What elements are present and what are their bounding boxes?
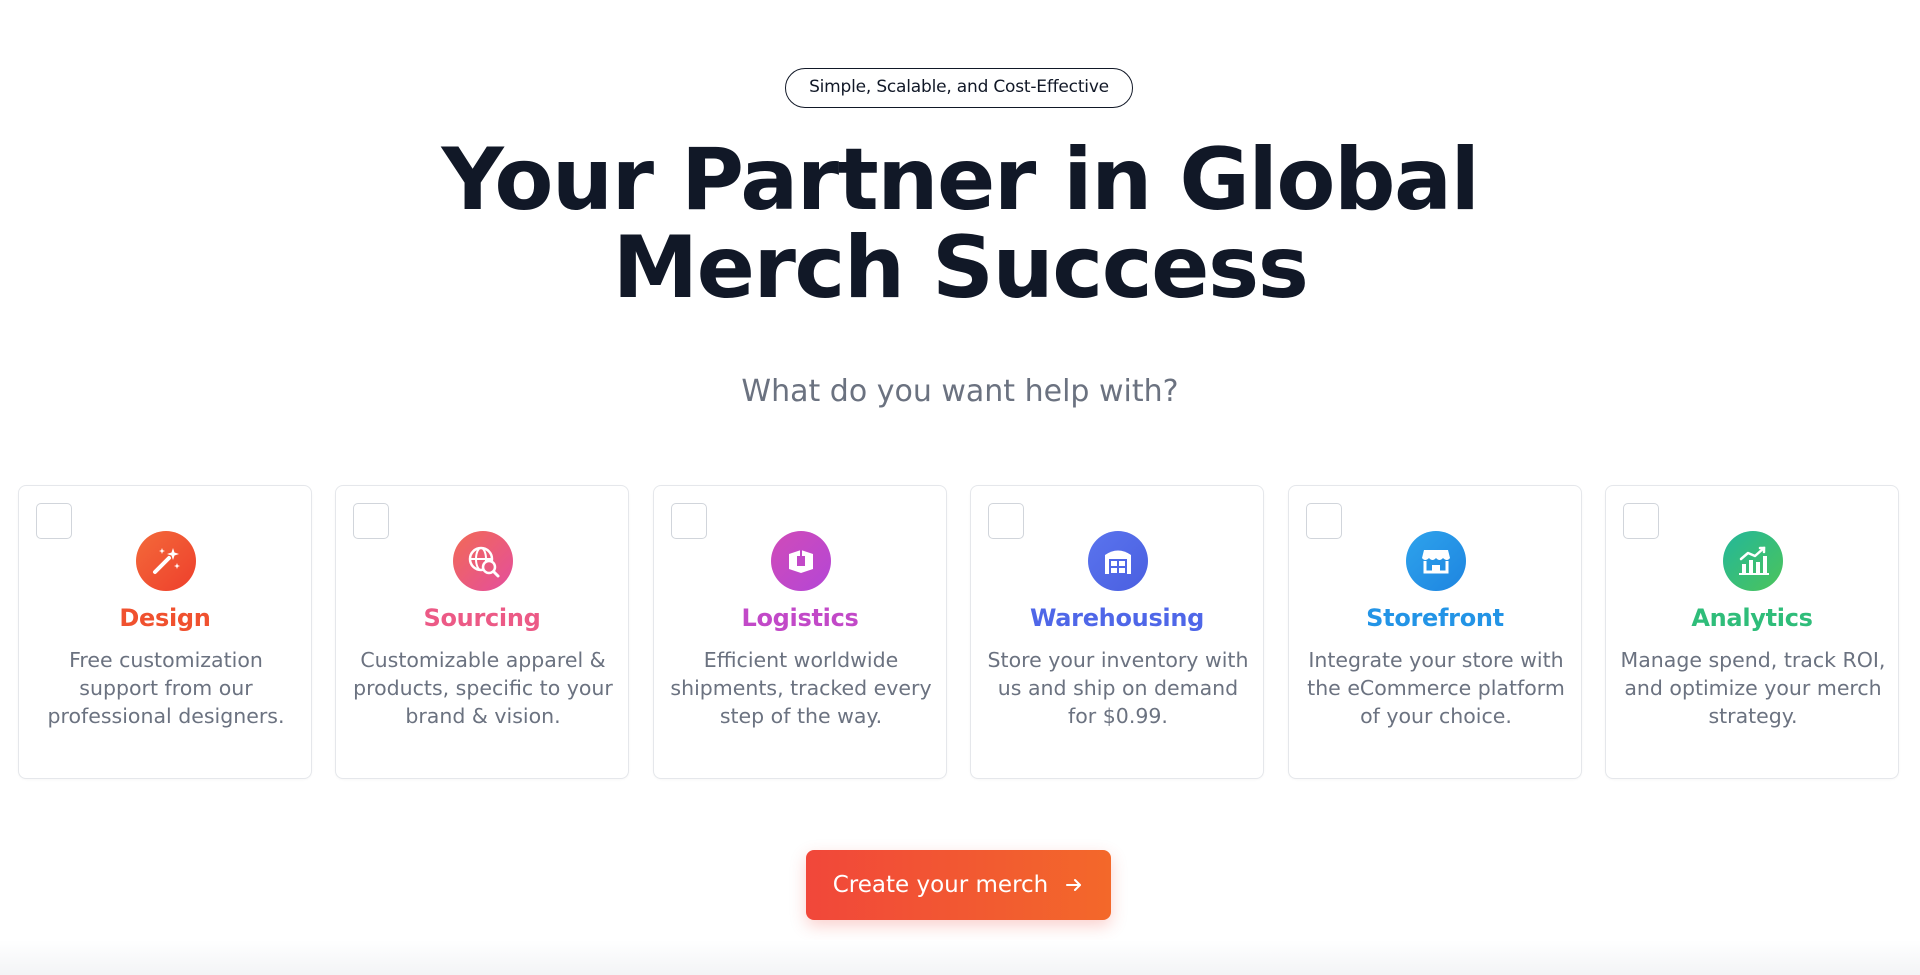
service-card-warehousing[interactable]: Warehousing Store your inventory with us… (970, 485, 1264, 779)
arrow-right-icon (1064, 875, 1084, 895)
bottom-section-edge (0, 940, 1920, 975)
headline-line-1: Your Partner in Global (441, 130, 1480, 230)
create-merch-label: Create your merch (832, 872, 1049, 898)
analytics-checkbox[interactable] (1623, 503, 1659, 539)
design-title: Design (119, 604, 211, 632)
design-checkbox[interactable] (36, 503, 72, 539)
analytics-chart-icon (1723, 531, 1783, 591)
service-card-analytics[interactable]: Analytics Manage spend, track ROI, and o… (1605, 485, 1899, 779)
magic-wand-icon (136, 531, 196, 591)
service-card-design[interactable]: Design Free customization support from o… (18, 485, 312, 779)
warehouse-icon (1088, 531, 1148, 591)
page: Simple, Scalable, and Cost-Effective You… (0, 0, 1920, 975)
storefront-checkbox[interactable] (1306, 503, 1342, 539)
service-card-logistics[interactable]: Logistics Efficient worldwide shipments,… (653, 485, 947, 779)
logistics-title: Logistics (741, 604, 859, 632)
logistics-description: Efficient worldwide shipments, tracked e… (670, 648, 932, 728)
warehousing-description: Store your inventory with us and ship on… (987, 648, 1249, 728)
service-card-list: Design Free customization support from o… (18, 485, 1899, 779)
package-icon (771, 531, 831, 591)
headline-line-2: Merch Success (612, 218, 1309, 318)
service-card-storefront[interactable]: Storefront Integrate your store with the… (1288, 485, 1582, 779)
sourcing-title: Sourcing (423, 604, 541, 632)
service-card-sourcing[interactable]: Sourcing Customizable apparel & products… (335, 485, 629, 779)
tagline-badge: Simple, Scalable, and Cost-Effective (785, 68, 1133, 108)
warehousing-title: Warehousing (1029, 604, 1205, 632)
storefront-icon (1406, 531, 1466, 591)
help-question: What do you want help with? (741, 374, 1179, 409)
globe-search-icon (453, 531, 513, 591)
storefront-description: Integrate your store with the eCommerce … (1307, 648, 1565, 728)
analytics-description: Manage spend, track ROI, and optimize yo… (1620, 648, 1886, 728)
sourcing-checkbox[interactable] (353, 503, 389, 539)
sourcing-description: Customizable apparel & products, specifi… (353, 648, 613, 728)
storefront-title: Storefront (1366, 604, 1504, 632)
create-merch-button[interactable]: Create your merch (806, 850, 1111, 920)
page-headline: Your Partner in Global Merch Success (360, 136, 1560, 312)
design-description: Free customization support from our prof… (47, 648, 285, 728)
tagline-text: Simple, Scalable, and Cost-Effective (809, 77, 1109, 97)
warehousing-checkbox[interactable] (988, 503, 1024, 539)
analytics-title: Analytics (1691, 604, 1813, 632)
logistics-checkbox[interactable] (671, 503, 707, 539)
